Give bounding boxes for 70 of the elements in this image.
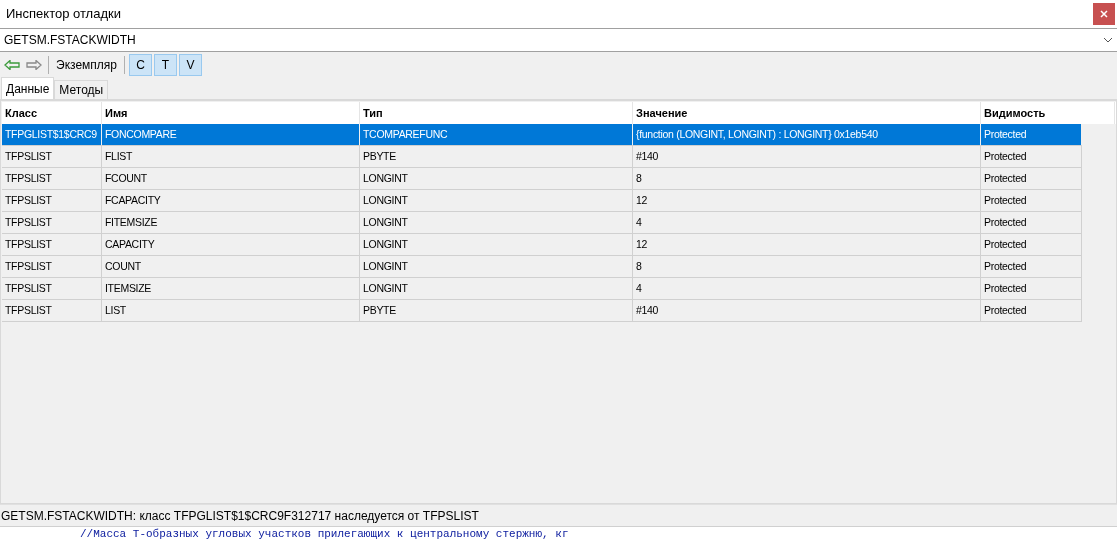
table-cell: TFPSLIST [2,234,102,255]
table-cell: TFPSLIST [2,190,102,211]
table-cell: TFPGLIST$1$CRC9 [2,124,102,145]
close-icon [1100,10,1108,18]
table-row[interactable]: TFPSLIST FLIST PBYTE #140 Protected [2,146,1082,168]
table-cell: 8 [633,256,981,277]
table-cell: TCOMPAREFUNC [360,124,633,145]
table-cell: PBYTE [360,146,633,167]
table-cell: FCAPACITY [102,190,360,211]
table-cell: TFPSLIST [2,300,102,321]
table-cell: #140 [633,146,981,167]
expression-field[interactable]: GETSM.FSTACKWIDTH [4,30,1103,50]
table-cell: TFPSLIST [2,256,102,277]
table-cell: FLIST [102,146,360,167]
table-cell: CAPACITY [102,234,360,255]
table-row[interactable]: TFPSLIST ITEMSIZE LONGINT 4 Protected [2,278,1082,300]
table-cell: TFPSLIST [2,278,102,299]
table-cell: TFPSLIST [2,146,102,167]
table-cell: 4 [633,278,981,299]
toggle-button[interactable]: C [129,54,152,76]
table-cell: PBYTE [360,300,633,321]
table-row[interactable]: TFPGLIST$1$CRC9 FONCOMPARE TCOMPAREFUNC {function (LONGINT, LONGINT) : LONGINT} 0x1eb540 Protected [2,124,1082,146]
table-cell: TFPSLIST [2,168,102,189]
table-cell: Protected [981,300,1082,321]
table-row[interactable]: TFPSLIST FCOUNT LONGINT 8 Protected [2,168,1082,190]
instance-button[interactable]: Экземпляр [53,55,120,75]
table-cell: Protected [981,190,1082,211]
table-cell: LIST [102,300,360,321]
table-cell: Protected [981,256,1082,277]
table-cell: LONGINT [360,278,633,299]
table-cell: Protected [981,278,1082,299]
table-cell: Protected [981,146,1082,167]
table-cell: {function (LONGINT, LONGINT) : LONGINT} 0x1eb540 [633,124,981,145]
tab[interactable]: Методы [54,80,109,99]
table-cell: ITEMSIZE [102,278,360,299]
code-line: //Масса Т-образных угловых участков прилегающих к центральному стержню, кг [80,527,569,540]
table-cell: #140 [633,300,981,321]
table-row[interactable]: TFPSLIST LIST PBYTE #140 Protected [2,300,1082,322]
table-cell: Protected [981,212,1082,233]
table-cell: TFPSLIST [2,212,102,233]
table-cell: FCOUNT [102,168,360,189]
table-cell: LONGINT [360,168,633,189]
table-cell: LONGINT [360,234,633,255]
table-row[interactable]: TFPSLIST CAPACITY LONGINT 12 Protected [2,234,1082,256]
table-row[interactable]: TFPSLIST FCAPACITY LONGINT 12 Protected [2,190,1082,212]
table-row[interactable]: TFPSLIST COUNT LONGINT 8 Protected [2,256,1082,278]
table-cell: COUNT [102,256,360,277]
forward-arrow-icon [26,60,42,70]
table-row[interactable]: TFPSLIST FITEMSIZE LONGINT 4 Protected [2,212,1082,234]
toggle-button[interactable]: V [179,54,202,76]
table-cell: Protected [981,234,1082,255]
table-cell: LONGINT [360,212,633,233]
table-cell: FITEMSIZE [102,212,360,233]
table-cell: 4 [633,212,981,233]
toggle-button[interactable]: T [154,54,177,76]
table-cell: 12 [633,190,981,211]
dropdown-caret-icon [1103,37,1113,43]
table-cell: LONGINT [360,190,633,211]
tab[interactable]: Данные [1,77,55,99]
window-title: Инспектор отладки [6,5,121,24]
back-arrow-icon [4,60,20,70]
close-button[interactable] [1093,3,1115,25]
table-cell: 8 [633,168,981,189]
status-bar: GETSM.FSTACKWIDTH: класс TFPGLIST$1$CRC9F312717 наследуется от TFPSLIST [0,504,1117,526]
table-cell: Protected [981,124,1082,145]
table-cell: 12 [633,234,981,255]
table-cell: Protected [981,168,1082,189]
expression-combo[interactable]: GETSM.FSTACKWIDTH [0,28,1117,52]
table-cell: FONCOMPARE [102,124,360,145]
table-cell: LONGINT [360,256,633,277]
